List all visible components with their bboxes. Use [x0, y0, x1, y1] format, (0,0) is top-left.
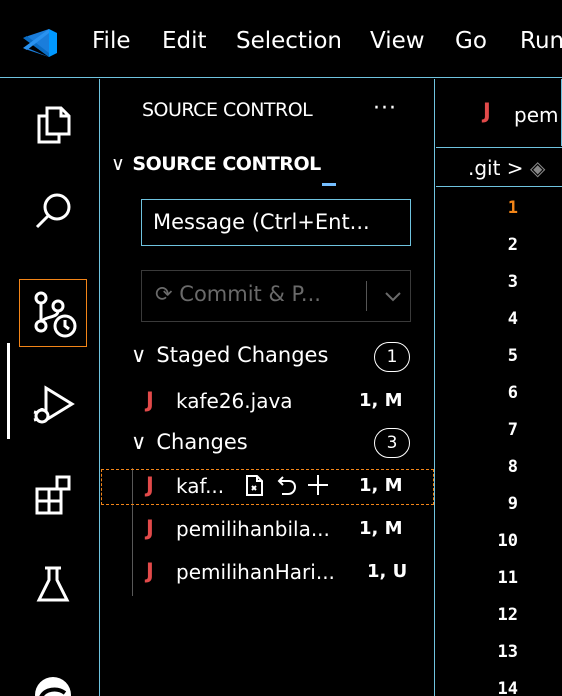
- file-status: 1, M: [359, 518, 403, 539]
- line-number: 3: [507, 272, 518, 292]
- changes-file-row[interactable]: J pemilihanbila... 1, M: [101, 512, 434, 548]
- staged-count-badge: 1: [374, 342, 410, 372]
- staged-changes-header[interactable]: ∨ Staged Changes: [131, 343, 328, 367]
- java-file-icon: J: [483, 99, 491, 123]
- file-actions: [241, 471, 331, 499]
- tab-label: pem: [514, 103, 559, 127]
- line-number: 1: [507, 198, 518, 218]
- search-button[interactable]: [18, 176, 88, 246]
- staged-changes-label: Staged Changes: [156, 343, 329, 367]
- changes-file-row[interactable]: J pemilihanHari... 1, U: [101, 555, 434, 591]
- title-bar: File Edit Selection View Go Run: [0, 0, 562, 78]
- menu-file[interactable]: File: [92, 28, 131, 54]
- line-number: 4: [507, 309, 518, 329]
- java-file-icon: J: [146, 559, 154, 583]
- chevron-down-icon: ∨: [111, 153, 125, 175]
- extensions-icon: [35, 475, 71, 515]
- commit-label: ⟳ Commit & P...: [155, 282, 321, 306]
- symbol-icon: ◈: [529, 156, 546, 180]
- editor-tab[interactable]: J pem: [436, 79, 562, 146]
- line-number: 2: [507, 235, 518, 255]
- breadcrumb-git[interactable]: .git >: [468, 156, 524, 180]
- line-number: 7: [507, 420, 518, 440]
- more-actions-button[interactable]: ···: [373, 96, 397, 121]
- line-number: 13: [497, 642, 518, 662]
- changes-label: Changes: [156, 430, 248, 454]
- line-number-gutter: 1 2 3 4 5 6 7 8 9 10 11 12 13 14: [436, 190, 562, 696]
- section-focus-indicator: [322, 183, 336, 186]
- line-number: 12: [497, 605, 518, 625]
- menu-go[interactable]: Go: [455, 28, 487, 54]
- file-name: kaf...: [176, 474, 225, 498]
- stage-changes-icon[interactable]: [305, 471, 331, 499]
- activity-bar: [0, 79, 100, 696]
- java-file-icon: J: [146, 473, 154, 497]
- java-file-icon: J: [146, 388, 154, 412]
- line-number: 6: [507, 383, 518, 403]
- chevron-down-icon: ∨: [131, 430, 147, 454]
- extensions-button[interactable]: [18, 460, 88, 530]
- testing-button[interactable]: [18, 549, 88, 619]
- line-number: 11: [497, 568, 518, 588]
- copilot-button[interactable]: [18, 654, 88, 696]
- chevron-down-icon[interactable]: [378, 281, 408, 311]
- source-control-sidebar: SOURCE CONTROL ··· ∨ SOURCE CONTROL Messa…: [101, 79, 435, 696]
- search-icon: [35, 193, 71, 229]
- line-number: 9: [507, 494, 518, 514]
- source-control-icon: [34, 291, 77, 338]
- line-number: 14: [497, 679, 518, 696]
- line-number: 10: [497, 531, 518, 551]
- menu-run[interactable]: Run: [520, 28, 562, 54]
- staged-file-row[interactable]: J kafe26.java 1, M: [101, 384, 434, 420]
- open-file-icon[interactable]: [241, 471, 267, 499]
- explorer-icon: [37, 106, 71, 144]
- line-number: 8: [507, 457, 518, 477]
- menu-edit[interactable]: Edit: [162, 28, 207, 54]
- file-name: kafe26.java: [176, 389, 293, 413]
- source-control-button[interactable]: [18, 278, 88, 348]
- file-status: 1, M: [359, 475, 403, 496]
- active-indicator: [7, 343, 10, 439]
- changes-count-badge: 3: [374, 428, 410, 458]
- breadcrumb[interactable]: .git > ◈: [436, 147, 562, 187]
- menu-view[interactable]: View: [370, 28, 425, 54]
- sidebar-title: SOURCE CONTROL: [142, 99, 313, 121]
- file-status: 1, M: [359, 390, 403, 411]
- commit-button[interactable]: ⟳ Commit & P...: [141, 270, 411, 322]
- section-title: SOURCE CONTROL: [132, 153, 321, 175]
- copilot-icon: [35, 677, 71, 696]
- run-debug-button[interactable]: [18, 370, 88, 440]
- vscode-logo-icon: [23, 29, 57, 57]
- commit-separator: [366, 281, 367, 311]
- file-name: pemilihanHari...: [176, 560, 335, 584]
- java-file-icon: J: [146, 516, 154, 540]
- line-number: 5: [507, 346, 518, 366]
- testing-icon: [36, 566, 70, 602]
- run-debug-icon: [33, 385, 75, 424]
- changes-header[interactable]: ∨ Changes: [131, 430, 248, 454]
- file-name: pemilihanbila...: [176, 517, 330, 541]
- chevron-down-icon: ∨: [131, 343, 147, 367]
- menu-selection[interactable]: Selection: [236, 28, 342, 54]
- explorer-button[interactable]: [18, 89, 88, 159]
- source-control-section-header[interactable]: ∨ SOURCE CONTROL: [111, 153, 321, 175]
- file-status: 1, U: [367, 561, 408, 582]
- changes-file-row[interactable]: J kaf... 1, M: [101, 469, 434, 505]
- discard-changes-icon[interactable]: [273, 471, 299, 499]
- commit-message-input[interactable]: Message (Ctrl+Ent...: [141, 199, 411, 246]
- sync-icon: ⟳: [155, 282, 180, 306]
